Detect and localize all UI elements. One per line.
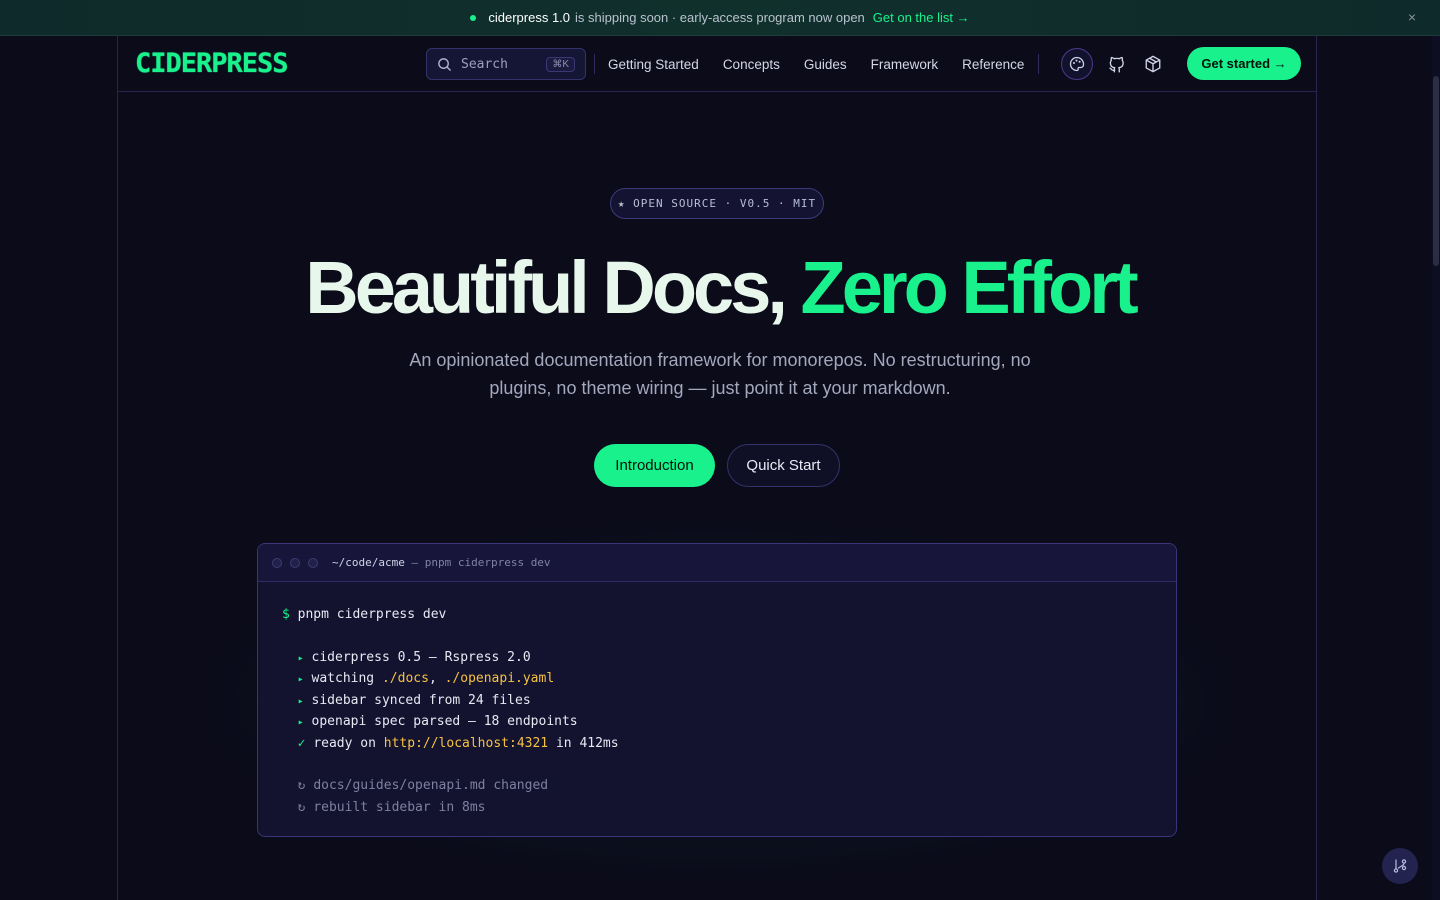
search-icon [438, 57, 451, 71]
logo[interactable]: CIDERPRESS [135, 50, 289, 78]
announcement-brand: ciderpress 1.0 [488, 10, 571, 25]
top-nav: CIDERPRESS Search ⌘K Getting Started Con… [117, 36, 1317, 92]
package-icon [1145, 55, 1161, 73]
terminal-line: ▸ ciderpress 0.5 — Rspress 2.0 [297, 649, 531, 665]
hero-title-main: Beautiful Docs, [305, 246, 801, 329]
terminal-title: ~/code/acme — pnpm ciderpress dev [332, 556, 551, 569]
terminal-line: ▸ sidebar synced from 24 files [297, 692, 531, 708]
search-input[interactable]: Search ⌘K [426, 48, 586, 80]
floating-action-button[interactable] [1382, 848, 1418, 884]
nav-link-getting-started[interactable]: Getting Started [595, 57, 711, 72]
github-icon [1109, 56, 1124, 73]
terminal-window: ~/code/acme — pnpm ciderpress dev $ pnpm… [257, 543, 1177, 837]
nav-link-concepts[interactable]: Concepts [711, 57, 792, 72]
introduction-button[interactable]: Introduction [594, 444, 715, 487]
hero-title: Beautiful Docs, Zero Effort [0, 246, 1440, 330]
window-dot-icon [308, 557, 318, 568]
version-badge: ★ OPEN SOURCE · V0.5 · MIT [610, 188, 824, 219]
terminal-line: ▸ openapi spec parsed — 18 endpoints [297, 714, 578, 729]
theme-button[interactable] [1061, 48, 1093, 80]
terminal-command-line: $ pnpm ciderpress dev [282, 607, 447, 622]
scrollbar-thumb[interactable] [1433, 76, 1439, 266]
announcement-bar: ciderpress 1.0 is shipping soon · early-… [0, 0, 1440, 36]
nav-link-reference[interactable]: Reference [950, 57, 1036, 72]
terminal-body: $ pnpm ciderpress dev ▸ ciderpress 0.5 —… [258, 582, 1176, 836]
hero-subtitle: An opinionated documentation framework f… [409, 350, 1031, 398]
terminal-log-line: ↻ rebuilt sidebar in 8ms [297, 799, 486, 815]
window-dot-icon [272, 557, 282, 568]
terminal-header: ~/code/acme — pnpm ciderpress dev [258, 544, 1176, 582]
nav-link-guides[interactable]: Guides [792, 57, 859, 72]
get-started-button[interactable]: Get started → [1187, 47, 1301, 80]
terminal-line: ✓ ready on http://localhost:4321 in 412m… [297, 735, 619, 751]
terminal-line: ▸ watching ./docs, ./openapi.yaml [297, 671, 555, 686]
page-scrollbar[interactable] [1432, 36, 1440, 900]
package-button[interactable] [1137, 48, 1169, 80]
nav-divider [1038, 54, 1040, 74]
hero-title-accent: Zero Effort [800, 246, 1139, 329]
terminal-log-line: ↻ docs/guides/openapi.md changed [297, 778, 549, 793]
search-label: Search [461, 56, 508, 72]
git-branch-icon [1393, 859, 1407, 873]
announcement-message: is shipping soon · early-access program … [575, 10, 865, 25]
nav-links: Getting Started Concepts Guides Framewor… [594, 36, 1040, 92]
quick-start-button[interactable]: Quick Start [727, 444, 840, 487]
nav-link-framework[interactable]: Framework [859, 57, 951, 72]
palette-icon [1069, 56, 1085, 72]
close-icon[interactable]: × [1408, 9, 1416, 25]
window-dot-icon [290, 557, 300, 568]
status-dot-icon [470, 14, 477, 21]
github-button[interactable] [1101, 48, 1133, 80]
announcement-link[interactable]: Get on the list → [873, 10, 970, 25]
search-shortcut: ⌘K [546, 56, 575, 72]
